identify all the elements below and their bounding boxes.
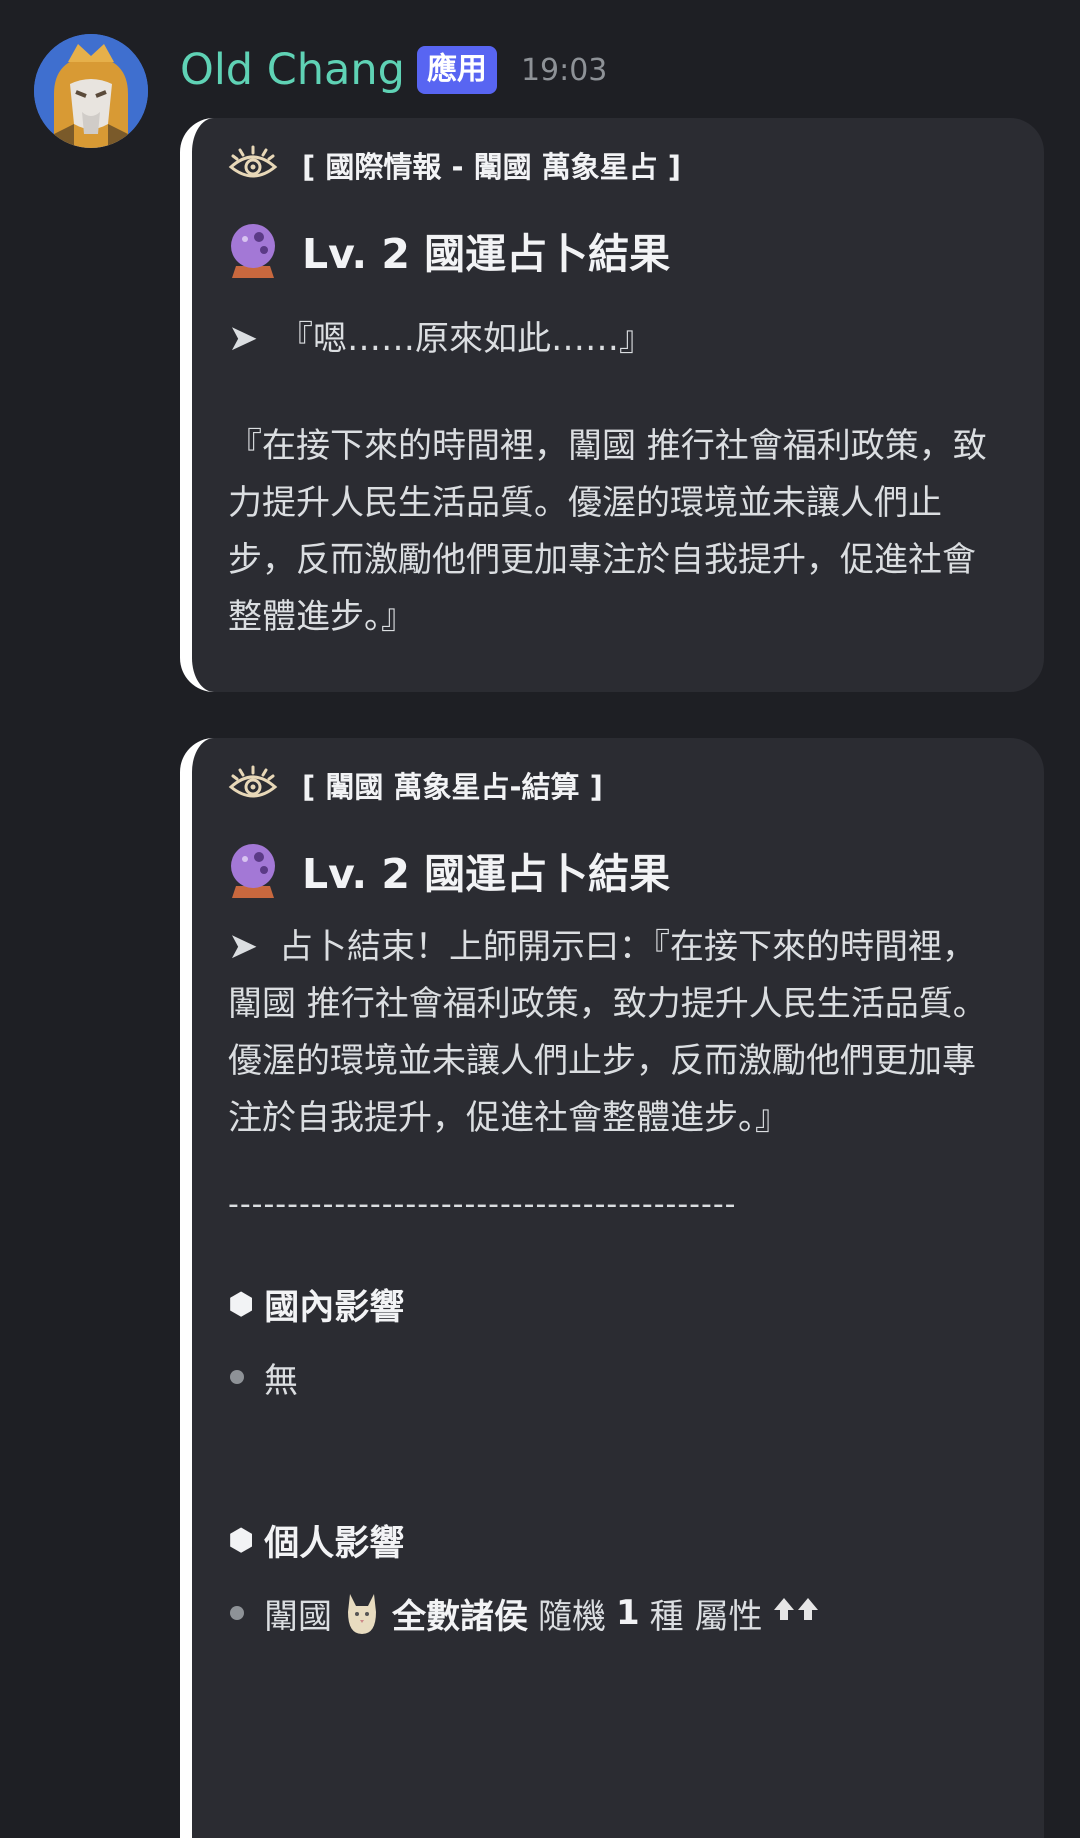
embed-author-text[interactable]: [ 闈國 萬象星占-結算 ] (302, 764, 603, 806)
field-domestic-label: 國內影響 (264, 1287, 405, 1328)
hexagon-bullet-icon: ⬢ (228, 1522, 255, 1558)
username[interactable]: Old Chang (180, 45, 405, 95)
timestamp[interactable]: 19:03 (521, 53, 607, 88)
bullet-dot (230, 1606, 244, 1620)
embed-description: ➤ 占卜結束！上師開示曰：『在接下來的時間裡，闈國 推行社會福利政策，致力提升人… (228, 918, 1004, 1147)
embed-description: ➤ 『嗯……原來如此……』 『在接下來的時間裡，闈國 推行社會福利政策，致力提升… (228, 310, 1004, 646)
crystal-ball-icon (228, 842, 278, 898)
count-text: 1 (616, 1593, 640, 1633)
bullet-dot (230, 1370, 244, 1384)
list-item: 闈國 全數諸侯 隨機 1 種 屬性 (228, 1586, 1004, 1640)
crystal-ball-icon (228, 222, 278, 278)
arrow-icon: ➤ (228, 318, 259, 359)
embed-title-text: Lv. 2 國運占卜結果 (302, 230, 671, 278)
arrow-line-text: 『嗯……原來如此……』 (278, 319, 653, 359)
embed-title: Lv. 2 國運占卜結果 (228, 840, 1004, 900)
embed-card-intel: [ 國際情報 - 闈國 萬象星占 ] Lv. 2 國運占卜結果 ➤ 『嗯……原來… (180, 118, 1044, 692)
eye-icon (228, 145, 278, 185)
avatar[interactable] (34, 34, 148, 148)
cat-icon (344, 1590, 380, 1636)
country-text: 闈國 (264, 1596, 332, 1637)
embed-author: [ 國際情報 - 闈國 萬象星占 ] (228, 140, 1004, 190)
attribute-text: 種 屬性 (649, 1596, 763, 1637)
list-item: 無 (228, 1350, 1004, 1404)
field-domestic-heading: ⬢ 國內影響 (228, 1278, 1004, 1330)
double-up-arrow-icon (772, 1593, 820, 1633)
field-personal-label: 個人影響 (264, 1523, 405, 1564)
app-badge: 應用 (416, 46, 497, 94)
embed-author-text[interactable]: [ 國際情報 - 闈國 萬象星占 ] (302, 144, 681, 186)
field-personal-heading: ⬢ 個人影響 (228, 1514, 1004, 1566)
message-header: Old Chang 應用 19:03 (180, 40, 607, 100)
settlement-paragraph: 占卜結束！上師開示曰：『在接下來的時間裡，闈國 推行社會福利政策，致力提升人民生… (228, 927, 987, 1138)
divider: ----------------------------------------… (228, 1187, 737, 1222)
embed-title-text: Lv. 2 國運占卜結果 (302, 850, 671, 898)
list-item-text: 無 (264, 1360, 298, 1401)
prophecy-text: 『在接下來的時間裡，闈國 推行社會福利政策，致力提升人民生活品質。優渥的環境並未… (228, 426, 987, 637)
settlement-text: ➤ 占卜結束！上師開示曰：『在接下來的時間裡，闈國 推行社會福利政策，致力提升人… (228, 918, 1004, 1147)
embed-author: [ 闈國 萬象星占-結算 ] (228, 760, 1004, 810)
embed-title: Lv. 2 國運占卜結果 (228, 220, 1004, 280)
eye-icon (228, 765, 278, 805)
target-text: 全數諸侯 (392, 1596, 528, 1637)
random-text: 隨機 (538, 1596, 606, 1637)
quote-line: ➤ 『嗯……原來如此……』 (228, 310, 1004, 368)
embed-card-settlement: [ 闈國 萬象星占-結算 ] Lv. 2 國運占卜結果 ➤ 占卜結束！上師開示曰… (180, 738, 1044, 1838)
hexagon-bullet-icon: ⬢ (228, 1286, 255, 1322)
arrow-icon: ➤ (228, 926, 259, 967)
